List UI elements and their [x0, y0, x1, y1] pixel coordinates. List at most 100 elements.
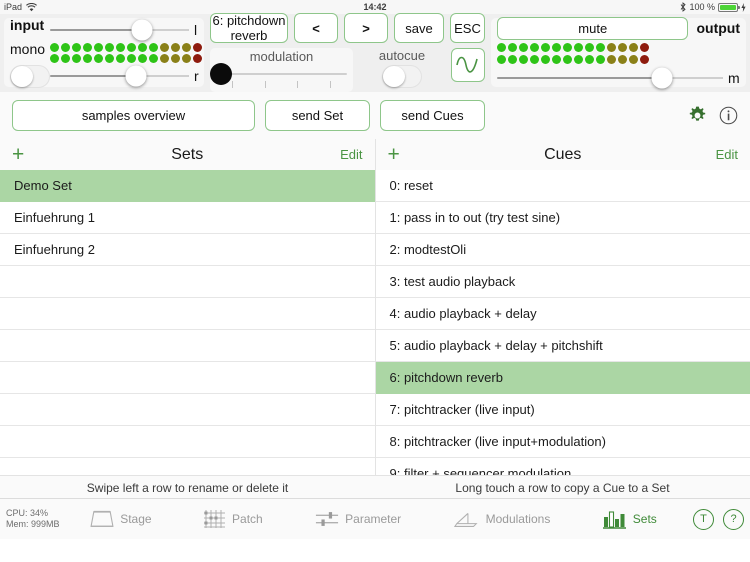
input-right-slider[interactable]	[50, 65, 189, 87]
list-item-label: 2: modtestOli	[389, 242, 467, 257]
output-meter-top	[497, 42, 740, 52]
send-set-button[interactable]: send Set	[265, 100, 370, 131]
info-icon[interactable]	[719, 106, 738, 125]
current-cue-display[interactable]: 6: pitchdown reverb	[210, 13, 288, 43]
text-mode-button[interactable]: T	[693, 508, 714, 530]
sine-wave-icon	[456, 56, 478, 73]
edit-sets-button[interactable]: Edit	[340, 147, 362, 162]
input-panel: input mono l r	[4, 17, 204, 88]
input-meter-top	[50, 42, 202, 52]
list-item[interactable]: 6: pitchdown reverb	[375, 362, 750, 394]
tab-parameter[interactable]: Parameter	[315, 509, 401, 529]
led-segment	[607, 42, 616, 52]
sine-wave-button[interactable]	[451, 48, 485, 82]
list-item[interactable]: 0: reset	[375, 170, 750, 202]
list-item-label: 7: pitchtracker (live input)	[389, 402, 535, 417]
list-item[interactable]: 8: pitchtracker (live input+modulation)	[375, 426, 750, 458]
led-segment	[629, 54, 638, 64]
list-item-empty[interactable]	[0, 266, 375, 298]
tab-sets[interactable]: Sets	[602, 509, 657, 529]
list-item-label: 0: reset	[389, 178, 433, 193]
list-item[interactable]: 3: test audio playback	[375, 266, 750, 298]
list-item-empty[interactable]	[0, 458, 375, 475]
send-cues-button[interactable]: send Cues	[380, 100, 485, 131]
list-item-label: Einfuehrung 1	[14, 210, 95, 225]
samples-overview-button[interactable]: samples overview	[12, 100, 255, 131]
help-button[interactable]: ?	[723, 508, 744, 530]
led-segment	[563, 54, 572, 64]
autocue-label: autocue	[378, 48, 426, 63]
list-item-empty[interactable]	[0, 298, 375, 330]
led-segment	[530, 42, 539, 52]
led-segment	[552, 42, 561, 52]
led-segment	[497, 54, 506, 64]
output-meter-bottom	[497, 54, 740, 64]
list-item-label: 3: test audio playback	[389, 274, 516, 289]
prev-cue-button[interactable]: <	[294, 13, 338, 43]
list-item-empty[interactable]	[0, 426, 375, 458]
cues-title: Cues	[544, 145, 582, 163]
tab-modulations[interactable]: Modulations	[453, 509, 550, 529]
device-name: iPad	[4, 2, 23, 12]
sets-list[interactable]: Demo Set Einfuehrung 1 Einfuehrung 2	[0, 170, 375, 475]
next-cue-button[interactable]: >	[344, 13, 388, 43]
gear-icon[interactable]	[688, 106, 707, 125]
action-toolbar: samples overview send Set send Cues	[0, 92, 750, 139]
led-segment	[530, 54, 539, 64]
esc-button[interactable]: ESC	[450, 13, 485, 43]
modulation-slider[interactable]	[210, 63, 347, 85]
list-item-label: 9: filter + sequencer modulation	[389, 466, 572, 475]
add-set-button[interactable]: +	[12, 144, 24, 165]
led-segment	[629, 42, 638, 52]
led-segment	[116, 53, 125, 63]
wifi-icon	[26, 2, 37, 11]
input-right-channel-label: r	[194, 67, 199, 84]
stage-icon	[90, 510, 114, 527]
led-segment	[61, 53, 70, 63]
led-segment	[94, 42, 103, 52]
edit-cues-button[interactable]: Edit	[716, 147, 738, 162]
sets-column: + Sets Edit Demo Set Einfuehrung 1 Einfueh…	[0, 139, 376, 475]
list-item[interactable]: 5: audio playback + delay + pitchshift	[375, 330, 750, 362]
led-segment	[127, 42, 136, 52]
led-segment	[574, 42, 583, 52]
modulation-label: modulation	[249, 49, 314, 64]
list-item-empty[interactable]	[0, 330, 375, 362]
input-left-slider[interactable]	[50, 19, 189, 41]
list-item[interactable]: Einfuehrung 1	[0, 202, 375, 234]
list-item-empty[interactable]	[0, 394, 375, 426]
battery-percent: 100 %	[689, 2, 715, 12]
list-item[interactable]: Demo Set	[0, 170, 375, 202]
cues-list[interactable]: 0: reset 1: pass in to out (try test sine…	[375, 170, 750, 475]
resource-status: CPU: 34% Mem: 999MB	[6, 508, 64, 530]
led-segment	[618, 42, 627, 52]
led-segment	[596, 54, 605, 64]
led-segment	[160, 42, 169, 52]
list-item[interactable]: 1: pass in to out (try test sine)	[375, 202, 750, 234]
tab-stage[interactable]: Stage	[90, 509, 152, 529]
sets-title: Sets	[171, 145, 204, 163]
mute-button[interactable]: mute	[497, 16, 689, 40]
list-item[interactable]: 4: audio playback + delay	[375, 298, 750, 330]
output-master-slider[interactable]	[497, 67, 723, 89]
input-left-channel-label: l	[194, 21, 198, 38]
list-item[interactable]: 9: filter + sequencer modulation	[375, 458, 750, 475]
list-item-label: Demo Set	[14, 178, 72, 193]
add-cue-button[interactable]: +	[388, 144, 400, 165]
sliders-icon	[316, 512, 339, 526]
mono-label: mono	[10, 41, 46, 57]
list-item-empty[interactable]	[0, 362, 375, 394]
master-label: m	[728, 69, 740, 86]
list-item[interactable]: Einfuehrung 2	[0, 234, 375, 266]
led-segment	[182, 42, 191, 52]
autocue-toggle[interactable]	[382, 65, 422, 88]
memory-usage: Mem: 999MB	[6, 519, 60, 529]
tab-patch[interactable]: Patch	[204, 509, 263, 529]
led-segment	[508, 54, 517, 64]
save-button[interactable]: save	[394, 13, 444, 43]
mono-toggle[interactable]	[10, 65, 50, 88]
list-item[interactable]: 7: pitchtracker (live input)	[375, 394, 750, 426]
lists-container: + Sets Edit Demo Set Einfuehrung 1 Einfueh…	[0, 139, 750, 475]
led-segment	[127, 53, 136, 63]
list-item[interactable]: 2: modtestOli	[375, 234, 750, 266]
